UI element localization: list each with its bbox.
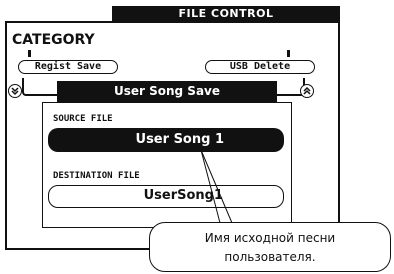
file-control-title: FILE CONTROL: [112, 6, 340, 21]
source-file-label: SOURCE FILE: [53, 114, 113, 124]
callout-line-1: Имя исходной песни: [204, 231, 336, 245]
scroll-down-icon[interactable]: [8, 84, 22, 98]
callout-line-2: пользователя.: [224, 250, 316, 264]
source-file-field[interactable]: User Song 1: [48, 128, 284, 152]
left-tick-mark: [28, 50, 31, 57]
regist-save-button[interactable]: Regist Save: [18, 60, 118, 74]
left-bracket: [22, 78, 60, 96]
category-label: CATEGORY: [12, 32, 95, 48]
destination-file-label: DESTINATION FILE: [53, 171, 140, 181]
usb-delete-button[interactable]: USB Delete: [205, 60, 315, 74]
scroll-up-icon[interactable]: [300, 84, 314, 98]
callout-bubble: Имя исходной песни пользователя.: [149, 222, 391, 272]
destination-file-field[interactable]: UserSong1: [48, 185, 284, 208]
panel-title: User Song Save: [57, 81, 277, 102]
right-tick-mark: [287, 50, 290, 57]
